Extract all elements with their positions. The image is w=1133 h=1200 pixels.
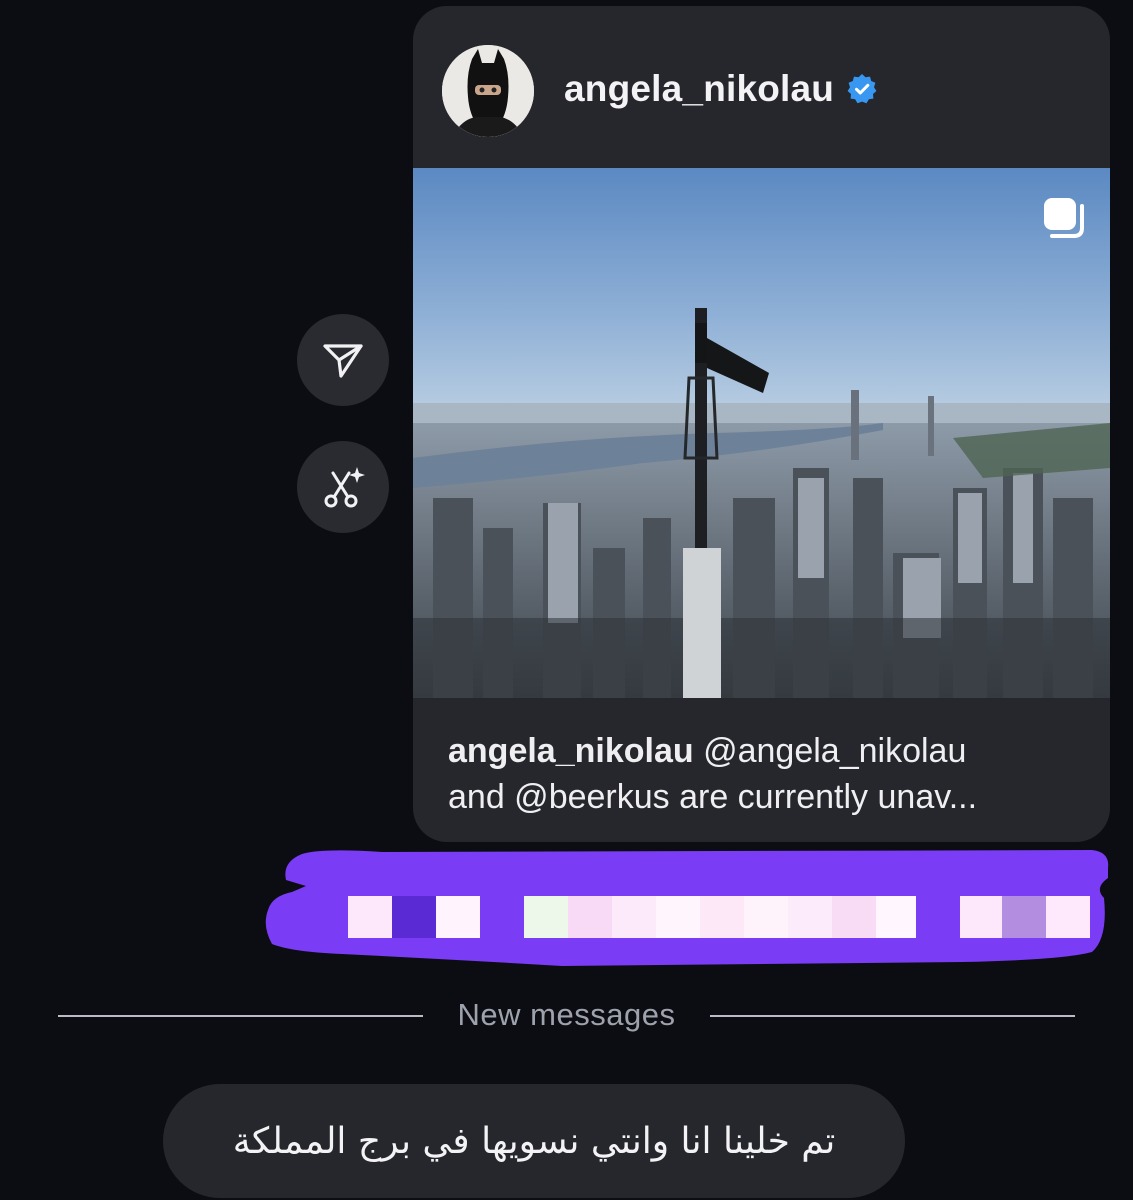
ai-edit-button[interactable] <box>297 441 389 533</box>
caption-username: angela_nikolau <box>448 732 694 770</box>
avatar[interactable] <box>442 45 534 137</box>
divider-line-right <box>710 1015 1075 1017</box>
incoming-message-bubble[interactable]: تم خلينا انا وانتي نسويها في برج المملكة <box>163 1084 905 1198</box>
verified-badge-icon <box>846 73 878 105</box>
post-header[interactable]: angela_nikolau <box>413 6 1110 168</box>
shared-post-card[interactable]: angela_nikolau angela_nikolau @angela_ni… <box>413 6 1110 842</box>
paper-plane-icon <box>321 338 365 382</box>
scissors-sparkle-icon <box>319 463 367 511</box>
caption-line-2: and @beerkus are currently unav... <box>448 778 978 816</box>
sent-message-redacted[interactable] <box>262 848 1112 966</box>
post-author[interactable]: angela_nikolau <box>564 68 878 110</box>
caption-line-1: @angela_nikolau <box>693 732 967 770</box>
incoming-message-text: تم خلينا انا وانتي نسويها في برج المملكة <box>232 1120 836 1162</box>
chat-screen: angela_nikolau angela_nikolau @angela_ni… <box>0 0 1133 1200</box>
share-button[interactable] <box>297 314 389 406</box>
post-caption[interactable]: angela_nikolau @angela_nikolau and @beer… <box>448 728 1078 820</box>
new-messages-divider: New messages <box>58 995 1075 1039</box>
post-username[interactable]: angela_nikolau <box>564 68 834 110</box>
carousel-icon <box>1038 192 1090 244</box>
post-photo[interactable] <box>413 168 1110 698</box>
